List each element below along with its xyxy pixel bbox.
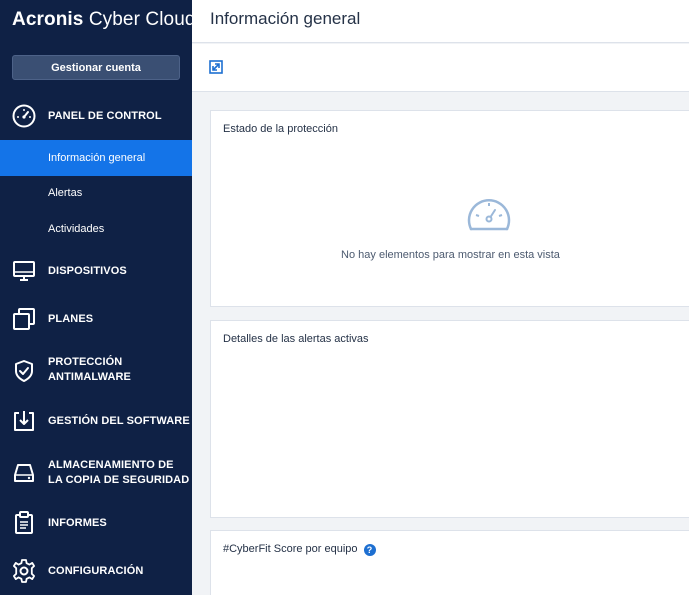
header-bar: Información general (192, 0, 689, 43)
manage-account-button[interactable]: Gestionar cuenta (12, 55, 180, 80)
app-root: Acronis Cyber Cloud Gestionar cuenta PAN… (0, 0, 689, 595)
sidebar: Acronis Cyber Cloud Gestionar cuenta PAN… (0, 0, 195, 595)
sidebar-item-label: PLANES (48, 312, 94, 325)
sidebar-item-label-line2: LA COPIA DE SEGURIDAD (48, 474, 190, 486)
shield-check-icon (11, 358, 37, 384)
sidebar-subitem-label: Alertas (48, 187, 83, 199)
sidebar-item-label: PANEL DE CONTROL (48, 109, 162, 122)
widget-title: #CyberFit Score por equipo (223, 543, 358, 555)
gear-icon (11, 558, 37, 584)
sidebar-item-label: DISPOSITIVOS (48, 264, 127, 277)
sidebar-subitem-label: Actividades (48, 223, 105, 235)
sidebar-item-plans[interactable]: PLANES (0, 306, 192, 332)
sidebar-subitem-alerts[interactable]: Alertas (0, 175, 192, 211)
storage-drive-icon (11, 460, 37, 486)
sidebar-item-label-line1: ALMACENAMIENTO DE (48, 459, 174, 471)
sidebar-item-label: CONFIGURACIÓN (48, 564, 144, 577)
sidebar-item-backup-storage[interactable]: ALMACENAMIENTO DE LA COPIA DE SEGURIDAD (0, 457, 192, 489)
protection-status-widget: Estado de la protección No hay elementos… (210, 110, 689, 307)
brand-name-part1: Acronis (12, 9, 84, 30)
sidebar-item-label-line2: ANTIMALWARE (48, 371, 131, 383)
sidebar-item-dashboard[interactable]: PANEL DE CONTROL (0, 103, 192, 129)
sidebar-item-label: INFORMES (48, 516, 107, 529)
gauge-icon (11, 103, 37, 129)
sidebar-subitem-label: Información general (48, 152, 146, 164)
plans-icon (11, 306, 37, 332)
brand-logo: Acronis Cyber Cloud (12, 9, 196, 31)
sidebar-item-label-line1: PROTECCIÓN (48, 356, 123, 368)
active-alerts-widget: Detalles de las alertas activas (210, 320, 689, 518)
brand-name-part2: Cyber Cloud (83, 9, 196, 30)
main-content: Información general Estado de la protecc… (192, 0, 689, 595)
empty-state-message: No hay elementos para mostrar en esta vi… (341, 249, 560, 261)
widget-title: Estado de la protección (223, 123, 338, 135)
empty-gauge-icon (465, 195, 513, 235)
sidebar-item-settings[interactable]: CONFIGURACIÓN (0, 558, 192, 584)
fullscreen-icon[interactable] (209, 60, 223, 74)
page-title: Información general (210, 9, 361, 28)
cyberfit-score-widget: #CyberFit Score por equipo? (210, 530, 689, 595)
dashboard-toolbar (192, 44, 689, 92)
help-icon[interactable]: ? (363, 544, 376, 556)
software-download-icon (11, 408, 37, 434)
sidebar-item-label: GESTIÓN DEL SOFTWARE (48, 414, 190, 427)
sidebar-subitem-overview[interactable]: Información general (0, 140, 192, 176)
widget-title: Detalles de las alertas activas (223, 333, 369, 345)
sidebar-item-reports[interactable]: INFORMES (0, 510, 192, 536)
sidebar-item-software[interactable]: GESTIÓN DEL SOFTWARE (0, 408, 192, 434)
monitor-icon (11, 258, 37, 284)
widget-title-row: #CyberFit Score por equipo? (223, 543, 376, 556)
sidebar-item-devices[interactable]: DISPOSITIVOS (0, 258, 192, 284)
sidebar-subitem-activities[interactable]: Actividades (0, 211, 192, 247)
report-clipboard-icon (11, 510, 37, 536)
sidebar-item-antimalware[interactable]: PROTECCIÓN ANTIMALWARE (0, 355, 192, 387)
